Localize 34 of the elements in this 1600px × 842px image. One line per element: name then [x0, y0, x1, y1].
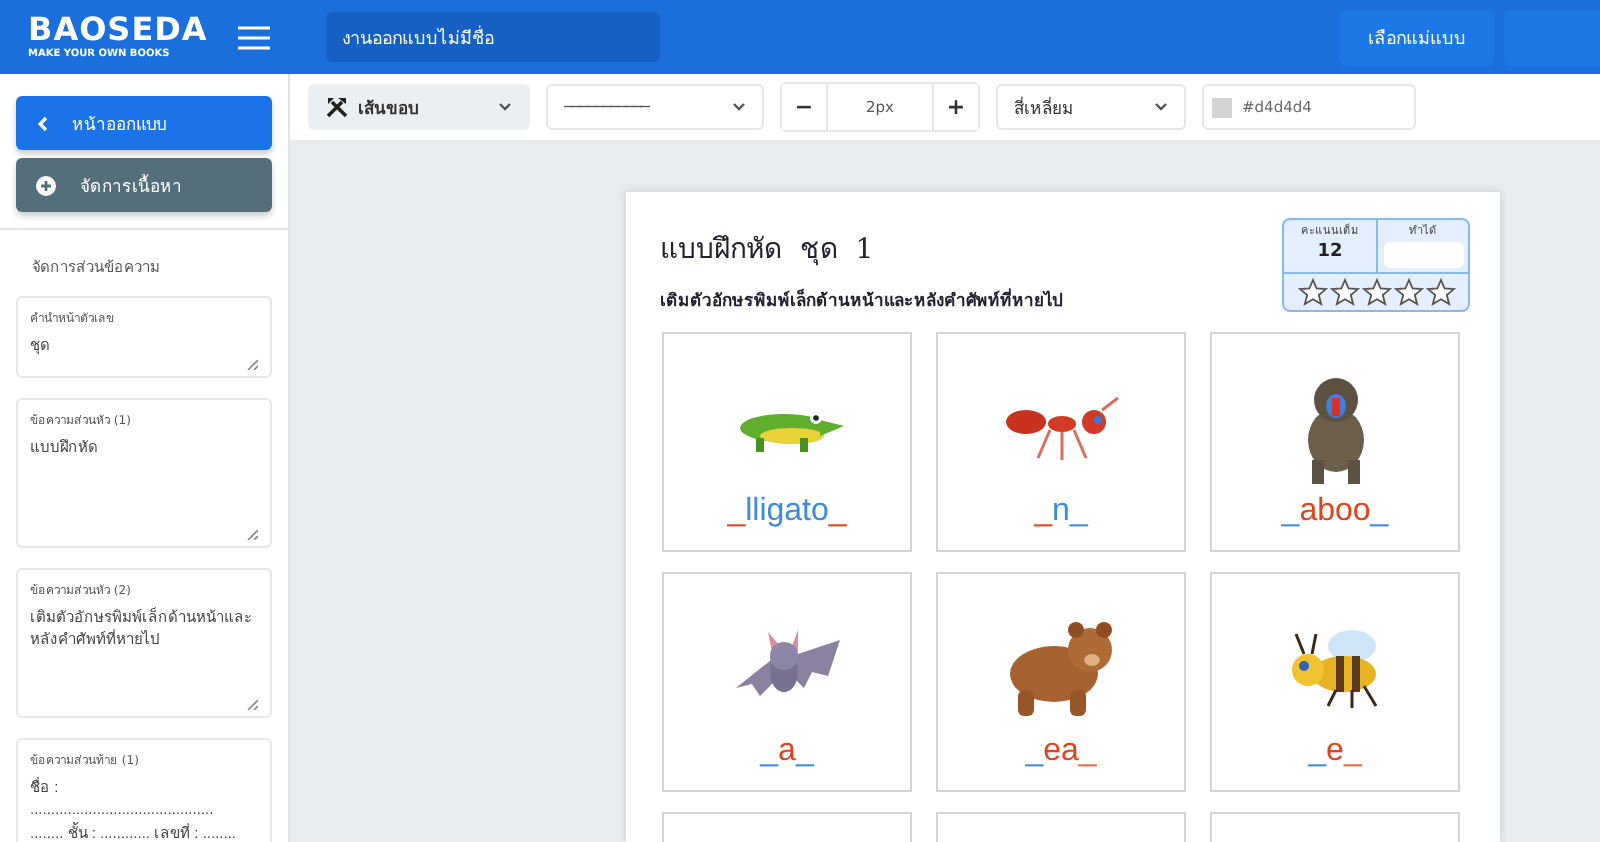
tools-icon — [326, 96, 348, 118]
caret-icon — [1154, 102, 1168, 112]
score-input-box — [1383, 242, 1463, 268]
resize-grip-icon — [246, 698, 258, 710]
missing-letter-word: _ea_ — [1025, 734, 1097, 770]
missing-letter-word: _n_ — [1034, 494, 1088, 530]
star-icon — [1425, 278, 1455, 306]
star-icon — [1393, 278, 1423, 306]
missing-letter-word: _e_ — [1308, 734, 1362, 770]
menu-icon[interactable] — [238, 25, 270, 49]
score-value: 12 — [1317, 242, 1343, 262]
missing-letter-word: _aboo_ — [1281, 494, 1389, 530]
star-icon — [1297, 278, 1327, 306]
chevron-left-icon — [36, 115, 48, 131]
resize-grip-icon — [246, 358, 258, 370]
ant-drawing — [1001, 394, 1121, 462]
plus-circle-icon — [36, 175, 56, 195]
star-icon — [1361, 278, 1391, 306]
missing-letter-word: _a_ — [760, 734, 814, 770]
header-button[interactable]: เลือกแม่แบบ — [1340, 9, 1494, 65]
resize-grip-icon — [246, 528, 258, 540]
manage-content-button[interactable]: จัดการเนื้อหา — [16, 158, 272, 212]
worksheet-title: แบบฝึกหัด ชุด 1 — [660, 232, 876, 270]
title-field[interactable]: งานออกแบบไม่มีชื่อ — [326, 12, 660, 62]
worksheet-instruction: เติมตัวอักษรพิมพ์เล็กด้านหน้าและหลังคำศัพท์ที่หายไป — [660, 286, 1062, 314]
caret-icon — [498, 102, 512, 112]
logo-name: BAOSEDA — [28, 14, 208, 46]
back-button[interactable]: หน้าออกแบบ — [16, 96, 272, 150]
missing-letter-word: _lligato_ — [727, 494, 847, 530]
border-select[interactable]: เส้นขอบ — [308, 84, 530, 130]
caret-icon — [732, 102, 746, 112]
star-icon — [1329, 278, 1359, 306]
line-style-select[interactable]: ─────────── — [546, 84, 764, 130]
shape-select[interactable]: สี่เหลี่ยม — [996, 84, 1186, 130]
